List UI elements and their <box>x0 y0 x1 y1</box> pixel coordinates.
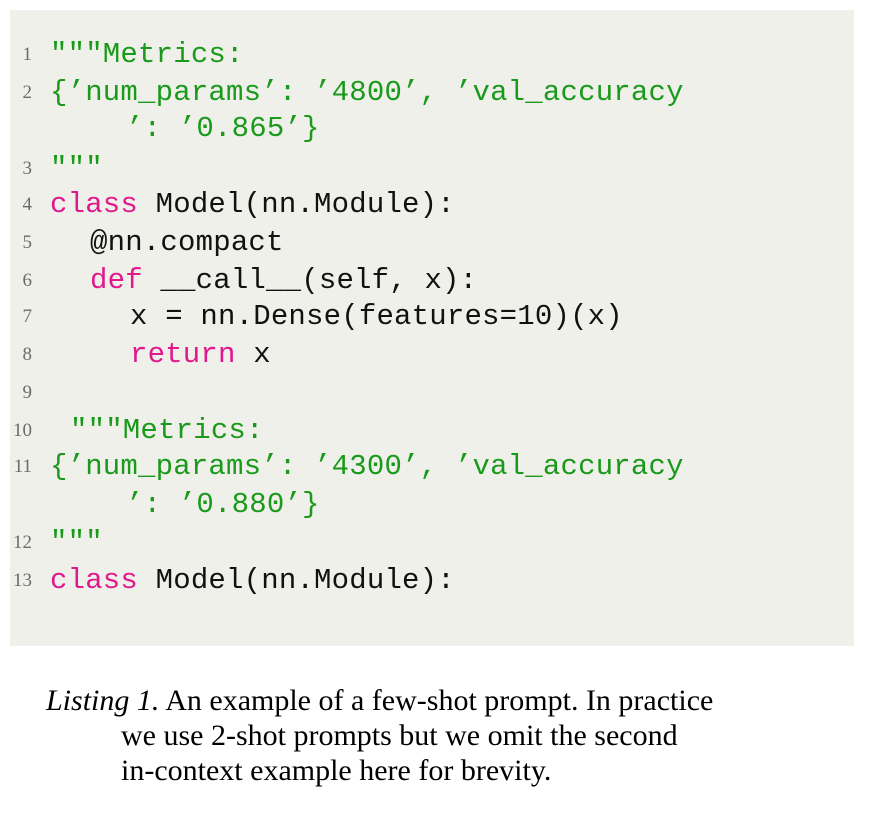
code-token: __call__(self, x): <box>142 264 478 297</box>
code-token: Model(nn.Module): <box>138 188 455 221</box>
code-keyword: class <box>50 188 139 221</box>
line-number: 7 <box>22 306 33 327</box>
line-number: 11 <box>13 456 32 477</box>
line-number: 12 <box>13 532 32 553</box>
code-text: {’num_params’: ’4300’, ’val_accuracy <box>50 450 684 484</box>
caption-line-3: in-context example here for brevity. <box>121 754 552 787</box>
code-string: {’num_params’: ’4300’, ’val_accuracy <box>50 450 684 483</box>
line-number: 6 <box>22 270 33 291</box>
code-keyword: class <box>50 564 139 597</box>
code-text: @nn.compact <box>90 226 284 260</box>
code-string: """ <box>50 152 103 185</box>
code-text: """Metrics: <box>50 38 244 72</box>
code-string: """ <box>50 526 103 559</box>
line-number: 4 <box>22 194 33 215</box>
code-token: @nn.compact <box>90 226 284 259</box>
line-number: 5 <box>22 232 33 253</box>
code-token: Model(nn.Module): <box>138 564 455 597</box>
code-token: x <box>235 338 271 371</box>
code-string: ’: ’0.880’} <box>126 488 320 521</box>
code-text: ’: ’0.880’} <box>126 488 320 522</box>
code-text: {’num_params’: ’4800’, ’val_accuracy <box>50 76 684 110</box>
code-text: class Model(nn.Module): <box>50 188 455 222</box>
code-string: """Metrics: <box>50 38 244 71</box>
line-number: 10 <box>13 420 32 441</box>
line-number: 13 <box>13 570 32 591</box>
code-listing: 1 """Metrics: 2 {’num_params’: ’4800’, ’val… <box>10 10 854 646</box>
code-string: ’: ’0.865’} <box>126 112 320 145</box>
caption-line-1: Listing 1. An example of a few-shot prom… <box>46 684 713 718</box>
line-number: 9 <box>22 382 33 403</box>
code-text: x = nn.Dense(features=10)(x) <box>130 300 623 334</box>
code-keyword: return <box>130 338 236 371</box>
caption-line-2: we use 2-shot prompts but we omit the se… <box>121 719 678 752</box>
code-keyword: def <box>90 264 143 297</box>
code-string: """Metrics: <box>70 414 264 447</box>
caption-label: Listing 1. <box>46 684 160 717</box>
line-number: 8 <box>22 344 33 365</box>
code-token: x = nn.Dense(features=10)(x) <box>130 300 623 333</box>
code-text: def __call__(self, x): <box>90 264 477 298</box>
code-text: """ <box>50 526 103 560</box>
code-text: """Metrics: <box>70 414 264 448</box>
caption-text-1: An example of a few-shot prompt. In prac… <box>159 684 714 717</box>
code-text: ’: ’0.865’} <box>126 112 320 146</box>
code-string: {’num_params’: ’4800’, ’val_accuracy <box>50 76 684 109</box>
code-text: """ <box>50 152 103 186</box>
line-number: 3 <box>22 158 33 179</box>
line-number: 2 <box>22 82 33 103</box>
line-number: 1 <box>22 44 33 65</box>
code-text: return x <box>130 338 271 372</box>
code-text: class Model(nn.Module): <box>50 564 455 598</box>
